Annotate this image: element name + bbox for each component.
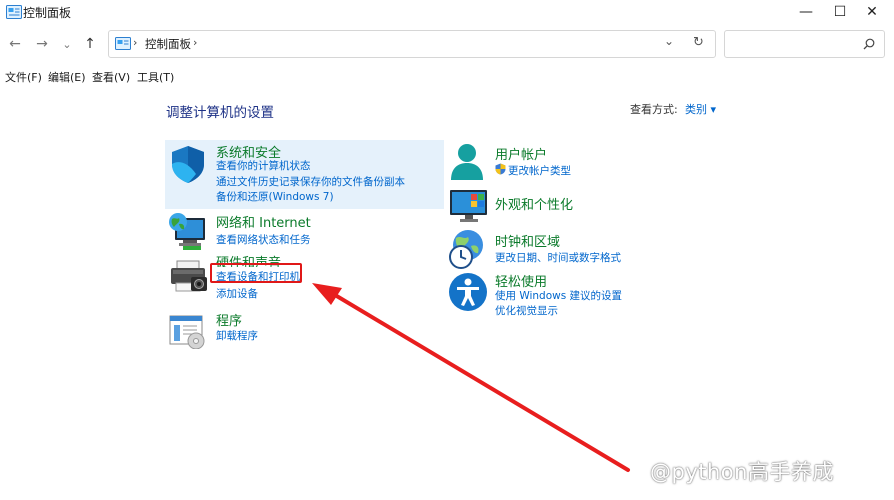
address-dropdown-icon[interactable]: ⌄ [664,34,674,48]
menu-edit[interactable]: 编辑(E) [48,69,86,85]
up-button[interactable]: ↑ [80,34,100,54]
menu-tools[interactable]: 工具(T) [137,69,174,85]
clock-globe-icon [449,230,483,269]
network-globe-icon [169,213,205,250]
uac-shield-icon [495,163,506,175]
address-bar[interactable]: › 控制面板 › ⌄ ↻ [108,30,716,58]
title-bar: 控制面板 — ☐ ✕ [0,0,894,28]
watermark-text: @python高手养成 [650,460,834,484]
link-network-status[interactable]: 查看网络状态和任务 [216,232,311,247]
user-icon [451,144,483,180]
breadcrumb-separator[interactable]: › [193,36,197,49]
view-by-label: 查看方式: [630,103,678,116]
category-network-internet[interactable]: 网络和 Internet [216,212,311,231]
link-backup-restore[interactable]: 备份和还原(Windows 7) [216,189,334,204]
back-button[interactable]: ← [5,34,25,54]
category-programs[interactable]: 程序 [216,310,242,329]
breadcrumb-separator: › [133,36,138,49]
control-panel-app-icon [6,5,22,19]
control-panel-icon [115,37,131,50]
link-change-account-type[interactable]: 更改帐户类型 [508,163,571,178]
link-view-computer-status[interactable]: 查看你的计算机状态 [216,158,311,173]
accessibility-icon [449,273,487,311]
programs-icon [169,315,205,349]
category-clock-region[interactable]: 时钟和区域 [495,231,560,250]
forward-button[interactable]: → [32,34,52,54]
menu-view[interactable]: 查看(V) [92,69,130,85]
printer-icon [171,260,207,292]
link-recommended-settings[interactable]: 使用 Windows 建议的设置 [495,288,622,303]
view-by-dropdown[interactable]: 类别 ▾ [685,101,716,117]
search-box[interactable] [724,30,885,58]
recent-locations-button[interactable]: ⌄ [57,34,77,54]
breadcrumb-control-panel[interactable]: 控制面板 [145,36,191,52]
refresh-icon[interactable]: ↻ [693,35,704,50]
shield-icon [172,146,204,183]
page-title: 调整计算机的设置 [166,105,274,121]
category-user-accounts[interactable]: 用户帐户 [495,144,547,163]
window-title: 控制面板 [23,6,72,20]
link-change-date-time-format[interactable]: 更改日期、时间或数字格式 [495,250,621,265]
link-uninstall-program[interactable]: 卸载程序 [216,328,258,343]
link-optimize-visual-display[interactable]: 优化视觉显示 [495,303,558,318]
category-appearance-personalization[interactable]: 外观和个性化 [495,194,573,213]
monitor-icon [450,190,487,222]
search-icon[interactable] [863,38,875,50]
menu-file[interactable]: 文件(F) [5,69,42,85]
close-button[interactable]: ✕ [850,0,894,24]
link-add-device[interactable]: 添加设备 [216,286,258,301]
link-file-history-backup[interactable]: 通过文件历史记录保存你的文件备份副本 [216,174,405,189]
annotation-highlight-box [210,263,302,283]
